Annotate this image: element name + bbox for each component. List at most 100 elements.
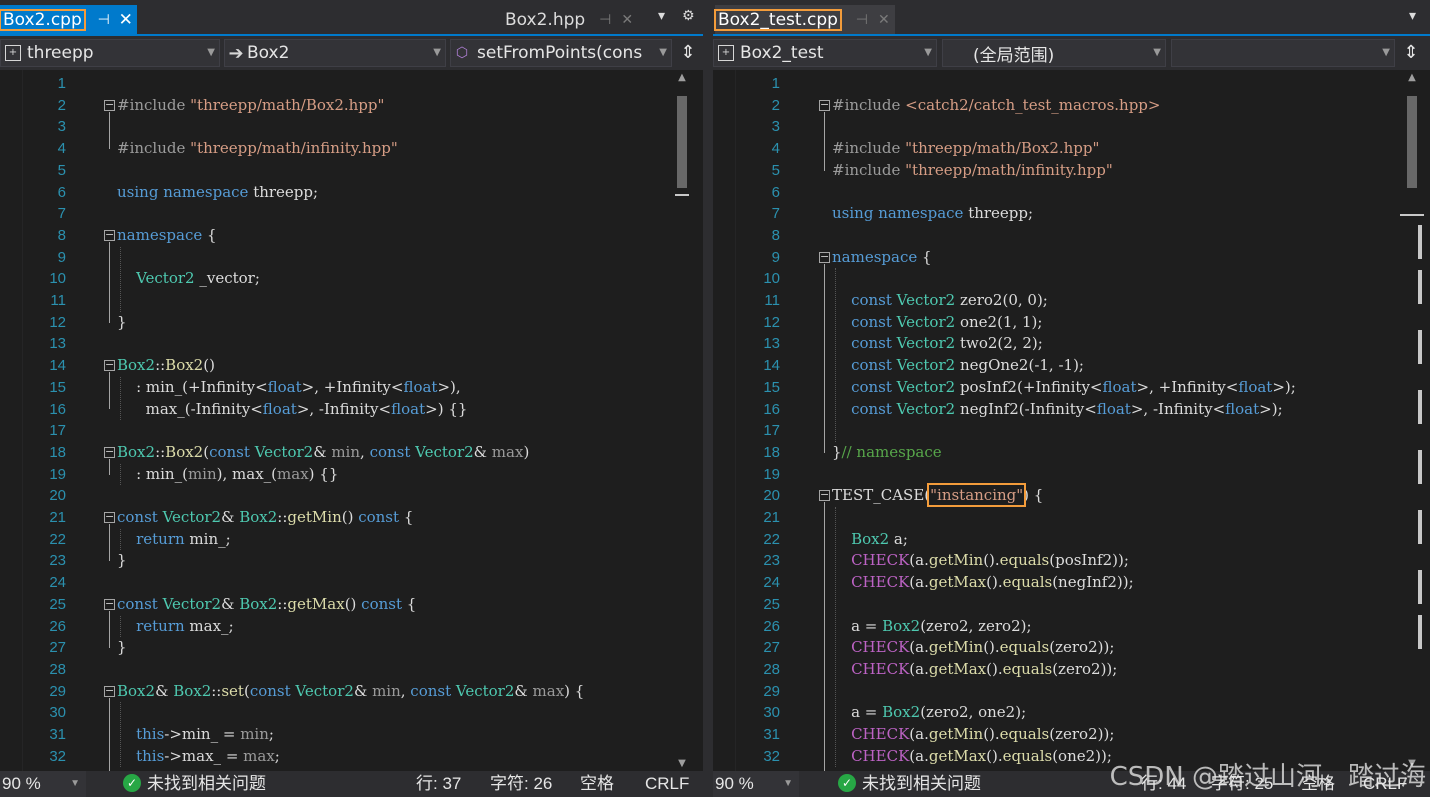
- code-line[interactable]: 3: [713, 116, 1397, 138]
- code-line[interactable]: 30 a = Box2(zero2, one2);: [713, 702, 1397, 724]
- code-line[interactable]: 2 − #include "threepp/math/Box2.hpp": [0, 95, 672, 117]
- indent-indicator[interactable]: 空格: [580, 771, 614, 797]
- code-line[interactable]: 13: [0, 333, 672, 355]
- code-line[interactable]: 1: [0, 73, 672, 95]
- code-line[interactable]: 17: [0, 420, 672, 442]
- code-line[interactable]: 24 CHECK(a.getMax().equals(negInf2));: [713, 572, 1397, 594]
- code-line[interactable]: 22 Box2 a;: [713, 529, 1397, 551]
- code-line[interactable]: 4 #include "threepp/math/Box2.hpp": [713, 138, 1397, 160]
- tab-overflow-icon[interactable]: ▾: [658, 8, 665, 24]
- scope-dropdown[interactable]: ➔ Box2 ▼: [224, 39, 446, 67]
- code-line[interactable]: 32 this->max_ = max;: [0, 746, 672, 768]
- code-line[interactable]: 6 using namespace threepp;: [0, 182, 672, 204]
- scrollbar-thumb[interactable]: [1407, 96, 1417, 188]
- project-dropdown[interactable]: + Box2_test ▼: [713, 39, 937, 67]
- collapse-icon[interactable]: −: [819, 489, 830, 502]
- collapse-icon[interactable]: −: [104, 99, 115, 111]
- member-dropdown[interactable]: ⬡ setFromPoints(cons ▼: [450, 39, 672, 67]
- close-icon[interactable]: ✕: [873, 12, 895, 28]
- code-line[interactable]: 13 const Vector2 two2(2, 2);: [713, 333, 1397, 355]
- scroll-down-icon[interactable]: ▼: [673, 758, 691, 769]
- code-line[interactable]: 20 − TEST_CASE("instancing") {: [713, 483, 1397, 508]
- code-editor[interactable]: 1 2− #include "threepp/math/Box2.hpp" 3 4 #in…: [0, 70, 673, 779]
- issues-status[interactable]: 未找到相关问题: [147, 771, 266, 797]
- tab-box2-test-cpp[interactable]: Box2_test.cpp ⊣ ✕: [714, 5, 895, 34]
- collapse-icon[interactable]: −: [819, 251, 830, 263]
- collapse-icon[interactable]: −: [104, 511, 115, 523]
- code-line[interactable]: 14 const Vector2 negOne2(-1, -1);: [713, 355, 1397, 377]
- code-line[interactable]: 18 − Box2::Box2(const Vector2& min, const …: [0, 442, 672, 464]
- code-line[interactable]: 7: [0, 203, 672, 225]
- close-icon[interactable]: ✕: [115, 10, 137, 30]
- code-line[interactable]: 14− Box2::Box2(): [0, 355, 672, 377]
- code-line[interactable]: 26 a = Box2(zero2, zero2);: [713, 616, 1397, 638]
- code-line[interactable]: 1: [713, 73, 1397, 95]
- code-line[interactable]: 18}// namespace: [713, 442, 1397, 464]
- code-line[interactable]: 4 #include "threepp/math/infinity.hpp": [0, 138, 672, 160]
- code-line[interactable]: 15 const Vector2 posInf2(+Infinity<float…: [713, 377, 1397, 399]
- vertical-scrollbar[interactable]: ▲ ▼: [1400, 70, 1424, 771]
- code-line[interactable]: 10: [713, 268, 1397, 290]
- line-indicator[interactable]: 行: 37: [416, 771, 461, 797]
- code-line[interactable]: 2 − #include <catch2/catch_test_macros.hpp…: [713, 95, 1397, 117]
- code-line[interactable]: 19: [713, 464, 1397, 486]
- code-line[interactable]: 31 this->min_ = min;: [0, 724, 672, 746]
- code-line[interactable]: 25− const Vector2& Box2::getMax() const {: [0, 594, 672, 616]
- line-ending-indicator[interactable]: CRLF: [645, 771, 689, 797]
- code-line[interactable]: 9: [0, 247, 672, 269]
- vertical-scrollbar[interactable]: ▲ ▼: [673, 70, 691, 771]
- scrollbar-thumb[interactable]: [677, 96, 687, 188]
- scroll-up-icon[interactable]: ▲: [1403, 72, 1421, 83]
- code-line[interactable]: 30: [0, 702, 672, 724]
- code-line[interactable]: 3: [0, 116, 672, 138]
- code-line[interactable]: 19 : min_(min), max_(max) {}: [0, 464, 672, 486]
- tab-overflow-icon[interactable]: ▾: [1409, 8, 1416, 24]
- code-line[interactable]: 9 − namespace {: [713, 247, 1397, 269]
- collapse-icon[interactable]: −: [104, 359, 115, 372]
- project-dropdown[interactable]: + threepp ▼: [0, 39, 220, 67]
- code-line[interactable]: 5 #include "threepp/math/infinity.hpp": [713, 160, 1397, 182]
- code-line[interactable]: 28 CHECK(a.getMax().equals(zero2));: [713, 659, 1397, 681]
- pin-icon[interactable]: ⊣: [594, 12, 616, 28]
- code-line[interactable]: 5: [0, 160, 672, 182]
- char-indicator[interactable]: 字符: 26: [490, 771, 552, 797]
- tab-box2-hpp[interactable]: Box2.hpp ⊣ ✕: [502, 5, 638, 34]
- code-line[interactable]: 12}: [0, 312, 672, 334]
- tab-box2-cpp[interactable]: Box2.cpp ⊣ ✕: [0, 5, 137, 34]
- code-line[interactable]: 8 − namespace {: [0, 225, 672, 247]
- code-line[interactable]: 11 const Vector2 zero2(0, 0);: [713, 290, 1397, 312]
- code-line[interactable]: 29 − Box2& Box2::set(const Vector2& min, c…: [0, 681, 672, 703]
- code-line[interactable]: 31 CHECK(a.getMin().equals(zero2));: [713, 724, 1397, 746]
- code-line[interactable]: 7 using namespace threepp;: [713, 203, 1397, 225]
- code-line[interactable]: 8: [713, 225, 1397, 247]
- code-line[interactable]: 11: [0, 290, 672, 312]
- collapse-icon[interactable]: −: [104, 598, 115, 610]
- code-line[interactable]: 25: [713, 594, 1397, 616]
- code-line[interactable]: 23 CHECK(a.getMin().equals(posInf2));: [713, 550, 1397, 572]
- code-editor[interactable]: 1 2− #include <catch2/catch_test_macros.hp…: [713, 70, 1397, 779]
- pin-icon[interactable]: ⊣: [851, 12, 873, 28]
- issues-status[interactable]: 未找到相关问题: [862, 771, 981, 797]
- split-view-icon[interactable]: ⇕: [674, 39, 702, 67]
- zoom-dropdown[interactable]: 90 % ▼: [0, 771, 86, 797]
- code-line[interactable]: 16 max_(-Infinity<float>, -Infinity<floa…: [0, 399, 672, 421]
- code-line[interactable]: 20: [0, 485, 672, 507]
- code-line[interactable]: 24: [0, 572, 672, 594]
- collapse-icon[interactable]: −: [819, 99, 830, 111]
- code-line[interactable]: 22 return min_;: [0, 529, 672, 551]
- code-line[interactable]: 27}: [0, 637, 672, 659]
- member-dropdown[interactable]: ▼: [1171, 39, 1395, 67]
- collapse-icon[interactable]: −: [104, 446, 115, 458]
- collapse-icon[interactable]: −: [104, 685, 115, 697]
- code-line[interactable]: 27 CHECK(a.getMin().equals(zero2));: [713, 637, 1397, 659]
- code-line[interactable]: 16 const Vector2 negInf2(-Infinity<float…: [713, 399, 1397, 421]
- zoom-dropdown[interactable]: 90 % ▼: [713, 771, 799, 797]
- code-line[interactable]: 26 return max_;: [0, 616, 672, 638]
- code-line[interactable]: 21: [713, 507, 1397, 529]
- pane-splitter[interactable]: [703, 0, 713, 797]
- code-line[interactable]: 17: [713, 420, 1397, 442]
- pin-icon[interactable]: ⊣: [93, 12, 115, 28]
- code-line[interactable]: 28: [0, 659, 672, 681]
- code-line[interactable]: 6: [713, 182, 1397, 204]
- code-line[interactable]: 10 Vector2 _vector;: [0, 268, 672, 290]
